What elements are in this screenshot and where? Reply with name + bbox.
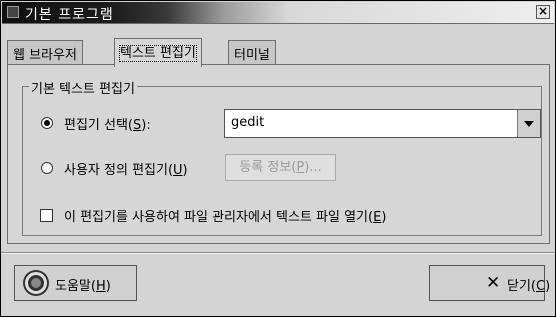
properties-button[interactable]: 등록 정보(P)... <box>225 154 336 181</box>
dialog-window: 기본 프로그램 × 웹 브라우저 텍스트 편집기 터미널 기본 텍스트 편집기 … <box>0 0 556 317</box>
close-icon: ✕ <box>486 273 501 293</box>
window-title: 기본 프로그램 <box>25 7 114 23</box>
close-button-label: 닫기(C) <box>507 279 551 294</box>
group-title: 기본 텍스트 편집기 <box>29 78 137 97</box>
window-menu-icon[interactable] <box>7 6 19 18</box>
tab-label: 웹 브라우저 <box>13 48 77 63</box>
tab-terminal[interactable]: 터미널 <box>228 40 276 64</box>
chevron-down-icon[interactable] <box>517 110 540 137</box>
help-button-label: 도움말(H) <box>55 279 111 294</box>
tab-text-editor[interactable]: 텍스트 편집기 <box>114 38 202 67</box>
help-lifebuoy-icon <box>25 272 47 294</box>
custom-editor-label[interactable]: 사용자 정의 편집기(U) <box>64 159 188 178</box>
tab-label: 텍스트 편집기 <box>119 45 197 62</box>
tab-web-browser[interactable]: 웹 브라우저 <box>7 40 83 64</box>
custom-editor-radio[interactable] <box>41 162 53 174</box>
select-editor-radio[interactable] <box>41 117 53 129</box>
close-button[interactable]: ✕ 닫기(C) <box>429 265 550 301</box>
open-in-file-manager-label[interactable]: 이 편집기를 사용하여 파일 관리자에서 텍스트 파일 열기(E) <box>64 206 386 225</box>
editor-combo-value: gedit <box>231 115 265 130</box>
open-in-file-manager-checkbox[interactable] <box>40 209 53 222</box>
tab-label: 터미널 <box>234 48 270 63</box>
help-button[interactable]: 도움말(H) <box>14 265 137 301</box>
title-bar[interactable]: 기본 프로그램 × <box>2 2 554 24</box>
button-separator <box>1 252 555 254</box>
editor-combo[interactable]: gedit <box>224 109 541 138</box>
title-close-button[interactable]: × <box>536 5 550 19</box>
select-editor-label[interactable]: 편집기 선택(S): <box>64 114 151 133</box>
